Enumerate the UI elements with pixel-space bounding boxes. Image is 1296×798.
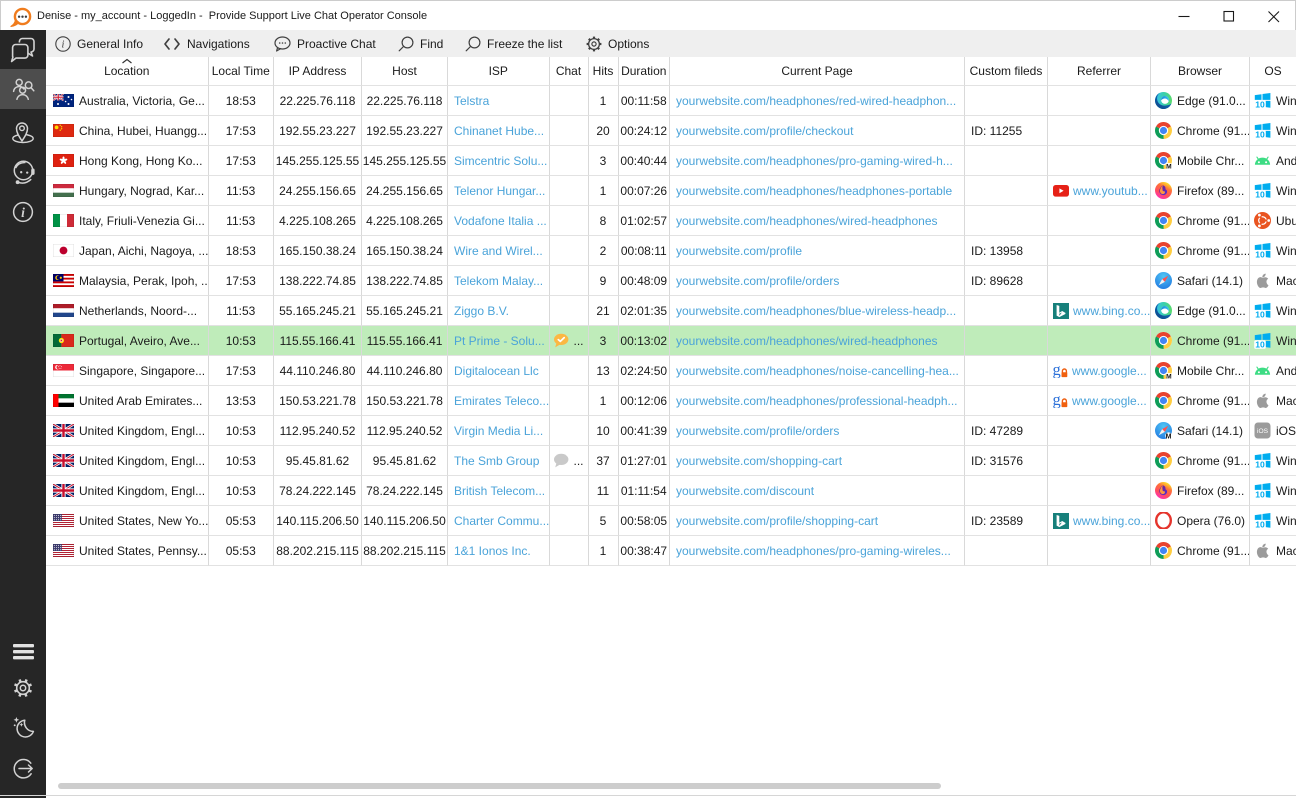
svg-text:10: 10	[1255, 129, 1265, 139]
svg-text:M: M	[1166, 164, 1172, 170]
svg-text:M: M	[1166, 433, 1172, 439]
svg-text:10: 10	[1255, 249, 1265, 259]
svg-text:i: i	[62, 39, 65, 50]
svg-text:10: 10	[1255, 339, 1265, 349]
svg-text:iOS: iOS	[1257, 428, 1269, 435]
svg-text:10: 10	[1255, 519, 1265, 529]
svg-text:10: 10	[1255, 459, 1265, 469]
svg-text:M: M	[1166, 374, 1172, 380]
svg-text:10: 10	[1255, 189, 1265, 199]
svg-text:10: 10	[1255, 489, 1265, 499]
svg-text:10: 10	[1255, 99, 1265, 109]
svg-text:10: 10	[1255, 309, 1265, 319]
svg-text:g: g	[1053, 393, 1061, 408]
svg-text:g: g	[1053, 363, 1061, 378]
